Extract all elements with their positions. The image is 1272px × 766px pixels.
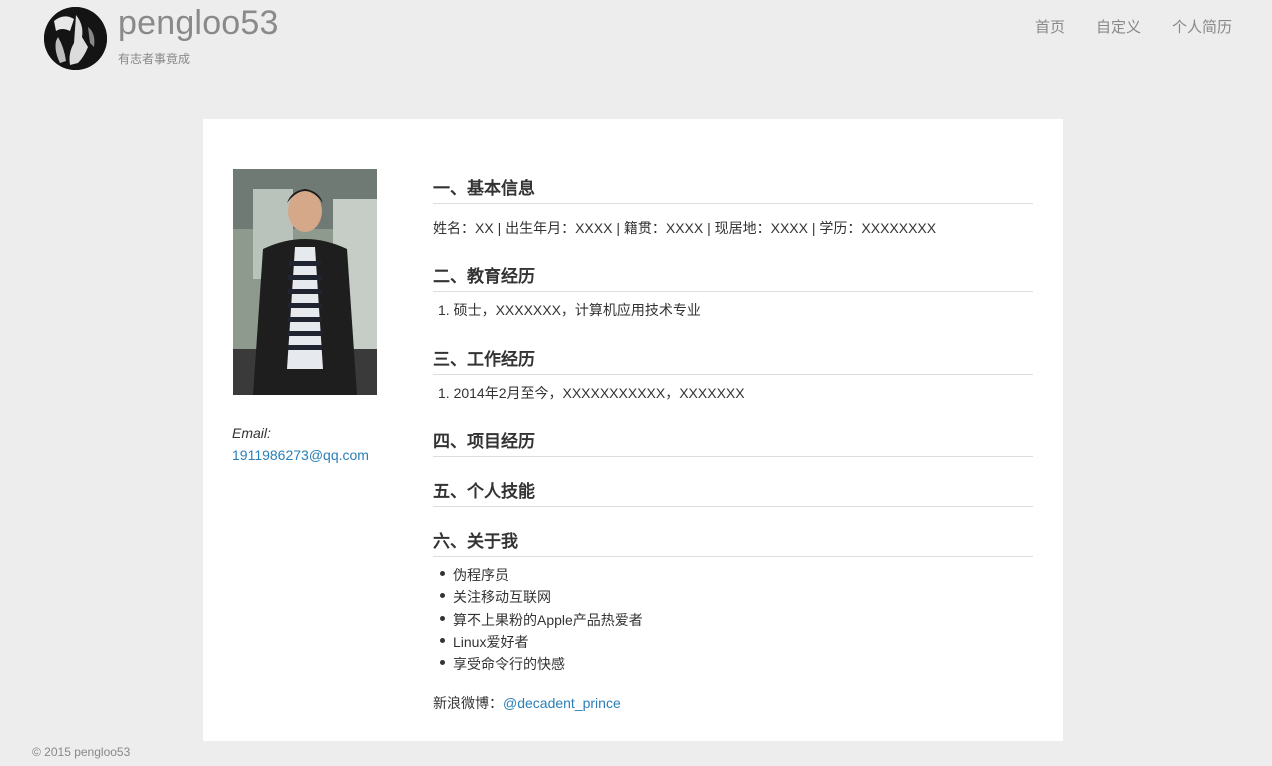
nav-resume[interactable]: 个人简历 [1172,16,1232,37]
weibo-link[interactable]: @decadent_prince [503,695,621,711]
list-bullet [440,593,445,598]
site-title[interactable]: pengloo53 [118,4,279,43]
about-item: Linux爱好者 [453,634,529,650]
site-tagline: 有志者事竟成 [118,52,191,66]
top-nav: 首页 自定义 个人简历 [1035,16,1232,37]
section-basic-info-title: 一、基本信息 [433,174,1033,204]
basic-info-text: 姓名：XX | 出生年月：XXXX | 籍贯：XXXX | 现居地：XXXX |… [433,220,937,236]
about-item: 算不上果粉的Apple产品热爱者 [453,612,643,628]
nav-custom[interactable]: 自定义 [1096,16,1141,37]
email-label: Email: [232,425,271,441]
section-education-title: 二、教育经历 [433,262,1033,292]
email-link[interactable]: 1911986273@qq.com [232,447,369,463]
section-about-title: 六、关于我 [433,527,1033,557]
list-bullet [440,660,445,665]
education-item: 1. 硕士，XXXXXXX，计算机应用技术专业 [438,302,701,318]
resume-card: Email: 1911986273@qq.com 一、基本信息 姓名：XX | … [203,119,1063,741]
list-bullet [440,638,445,643]
nav-home[interactable]: 首页 [1035,16,1065,37]
weibo-label: 新浪微博： [433,695,503,711]
weibo-line: 新浪微博：@decadent_prince [433,693,621,713]
list-bullet [440,571,445,576]
about-item: 伪程序员 [453,567,509,583]
footer-copyright: © 2015 pengloo53 [32,745,131,759]
work-item: 1. 2014年2月至今，XXXXXXXXXXX，XXXXXXX [438,385,745,401]
about-item: 关注移动互联网 [453,589,551,605]
section-work-title: 三、工作经历 [433,345,1033,375]
list-bullet [440,616,445,621]
section-projects-title: 四、项目经历 [433,427,1033,457]
profile-photo [233,169,377,395]
section-skills-title: 五、个人技能 [433,477,1033,507]
about-item: 享受命令行的快感 [453,656,565,672]
site-avatar[interactable] [44,7,107,70]
